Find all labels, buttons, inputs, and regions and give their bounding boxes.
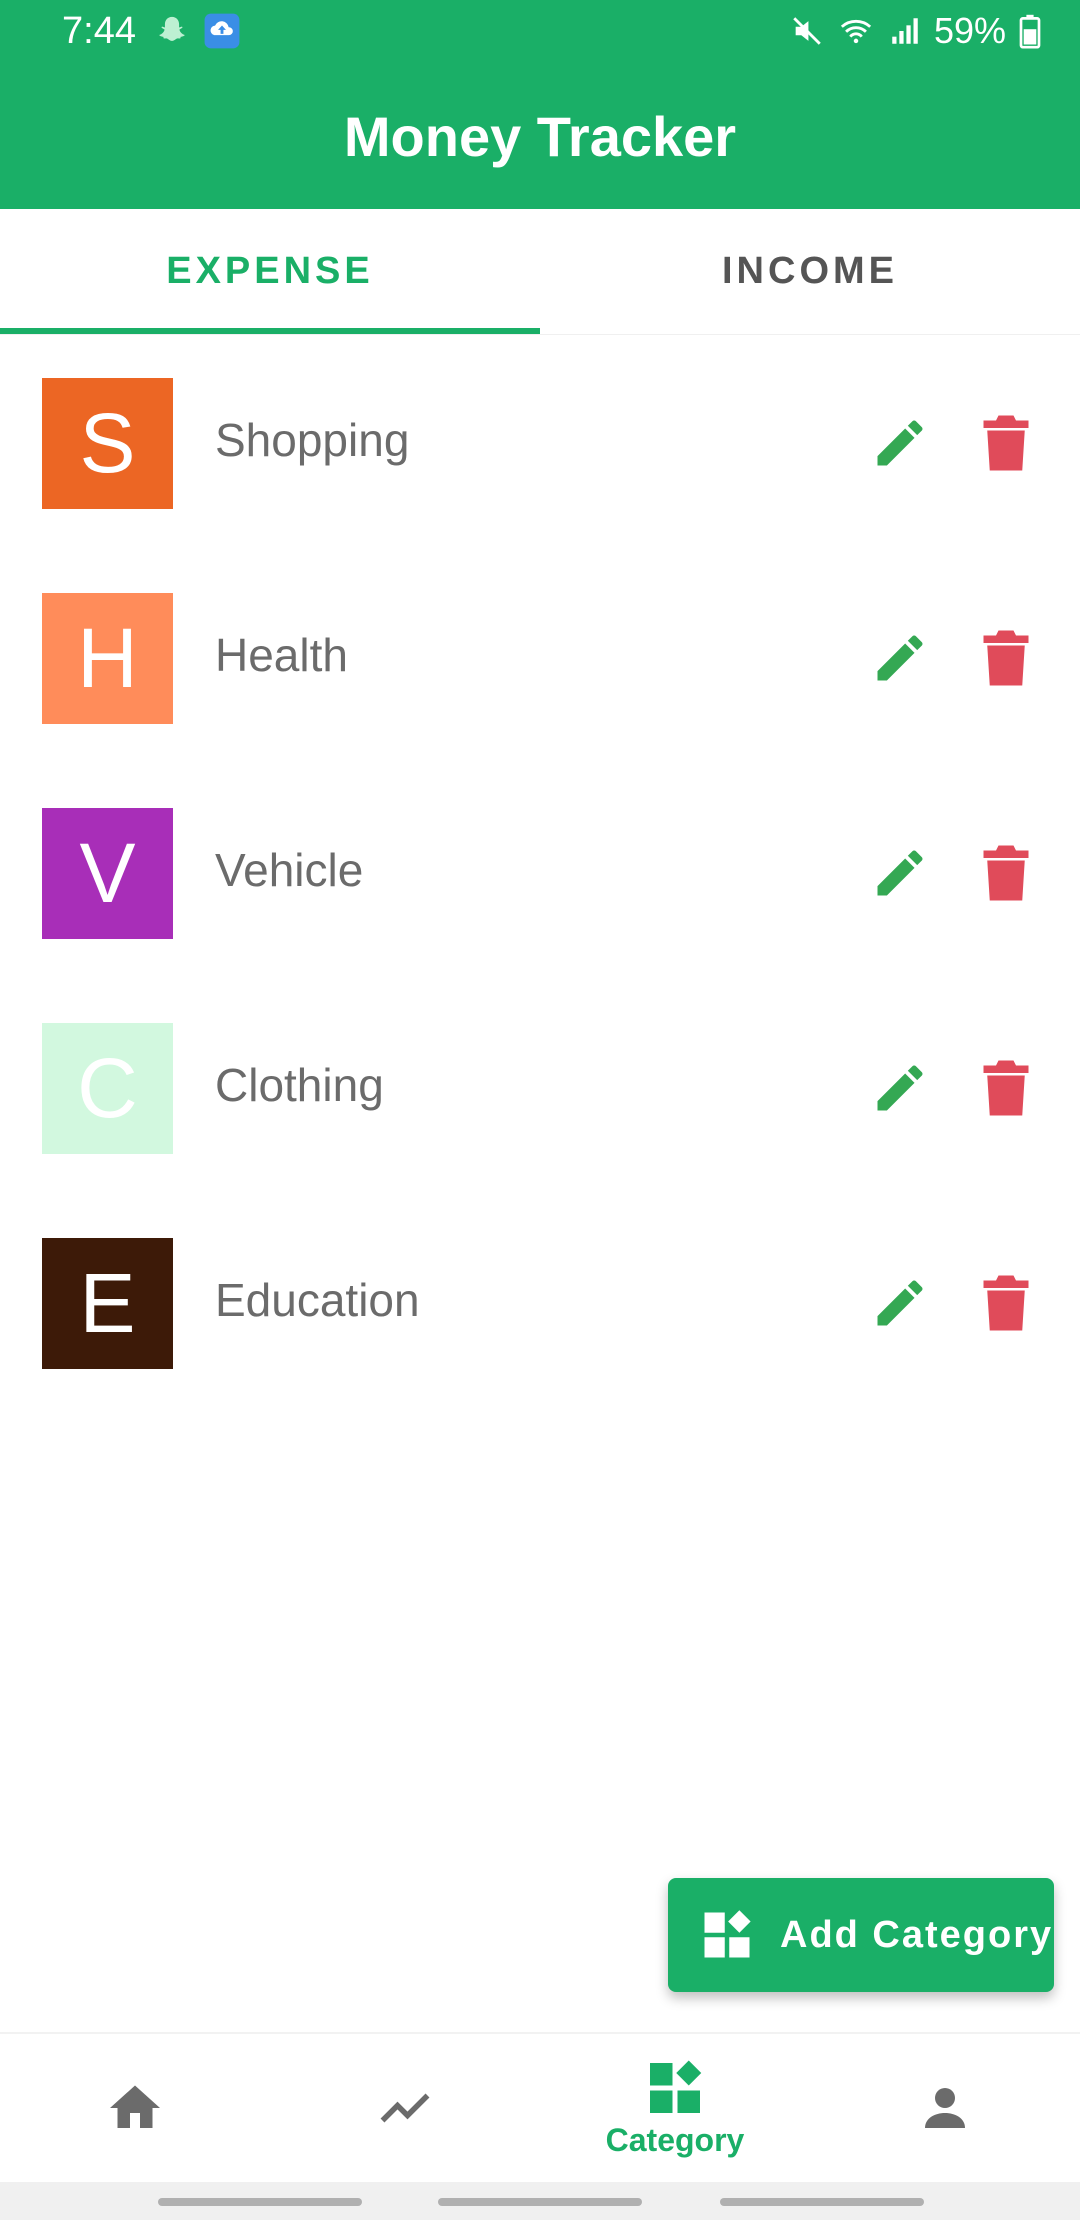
app-bar: 7:44 59% Money Tracker — [0, 0, 1080, 209]
status-bar: 7:44 59% — [0, 0, 1080, 64]
tab-income[interactable]: INCOME — [540, 209, 1080, 334]
status-time: 7:44 — [62, 10, 136, 52]
category-avatar: S — [42, 378, 173, 509]
battery-percent: 59% — [933, 10, 1006, 51]
delete-icon[interactable] — [980, 413, 1032, 473]
category-list: S Shopping H Health V Vehicle C Clothing… — [0, 335, 1080, 1410]
list-item[interactable]: S Shopping — [0, 335, 1080, 550]
page-title: Money Tracker — [343, 105, 737, 168]
category-name: Clothing — [215, 1059, 384, 1111]
delete-icon[interactable] — [980, 1058, 1032, 1118]
list-item[interactable]: E Education — [0, 1195, 1080, 1410]
snapchat-icon — [159, 16, 185, 41]
add-category-label: Add Category — [780, 1913, 1054, 1956]
signal-icon — [892, 18, 918, 44]
category-avatar: H — [42, 593, 173, 724]
category-icon — [704, 1910, 751, 1958]
delete-icon[interactable] — [980, 1273, 1032, 1333]
category-name: Health — [215, 629, 348, 681]
add-category-button[interactable]: Add Category — [668, 1878, 1054, 1992]
tab-expense[interactable]: EXPENSE — [0, 209, 540, 334]
nav-home[interactable] — [0, 2034, 270, 2182]
gesture-handle[interactable] — [438, 2198, 642, 2206]
gesture-handle[interactable] — [158, 2198, 362, 2206]
nav-profile[interactable] — [810, 2034, 1080, 2182]
category-avatar: C — [42, 1023, 173, 1154]
mute-icon — [793, 17, 821, 45]
nav-category[interactable]: Category — [540, 2034, 810, 2182]
list-item[interactable]: V Vehicle — [0, 765, 1080, 980]
category-icon — [650, 2060, 702, 2113]
gesture-handle[interactable] — [720, 2198, 924, 2206]
list-item[interactable]: C Clothing — [0, 980, 1080, 1195]
category-name: Vehicle — [215, 844, 364, 896]
category-name: Shopping — [215, 414, 410, 466]
category-avatar: V — [42, 808, 173, 939]
delete-icon[interactable] — [980, 628, 1032, 688]
wifi-icon — [840, 19, 872, 44]
nav-category-label: Category — [605, 2121, 745, 2158]
category-avatar: E — [42, 1238, 173, 1369]
tab-bar: EXPENSE INCOME — [0, 209, 1080, 335]
person-icon — [925, 2088, 965, 2128]
edit-icon[interactable] — [870, 628, 930, 688]
delete-icon[interactable] — [980, 843, 1032, 903]
system-gesture-bar — [0, 2182, 1080, 2220]
home-icon — [110, 2085, 160, 2128]
bottom-nav: Category — [0, 2032, 1080, 2182]
list-item[interactable]: H Health — [0, 550, 1080, 765]
edit-icon[interactable] — [870, 843, 930, 903]
edit-icon[interactable] — [870, 413, 930, 473]
nav-stats[interactable] — [270, 2034, 540, 2182]
cloud-upload-icon — [204, 13, 240, 49]
category-name: Education — [215, 1274, 420, 1326]
edit-icon[interactable] — [870, 1058, 930, 1118]
edit-icon[interactable] — [870, 1273, 930, 1333]
trend-icon — [380, 2093, 430, 2123]
battery-icon — [1019, 14, 1041, 49]
app-root: 7:44 59% Money Tracker EXPENSE INCOME S … — [0, 0, 1080, 2220]
